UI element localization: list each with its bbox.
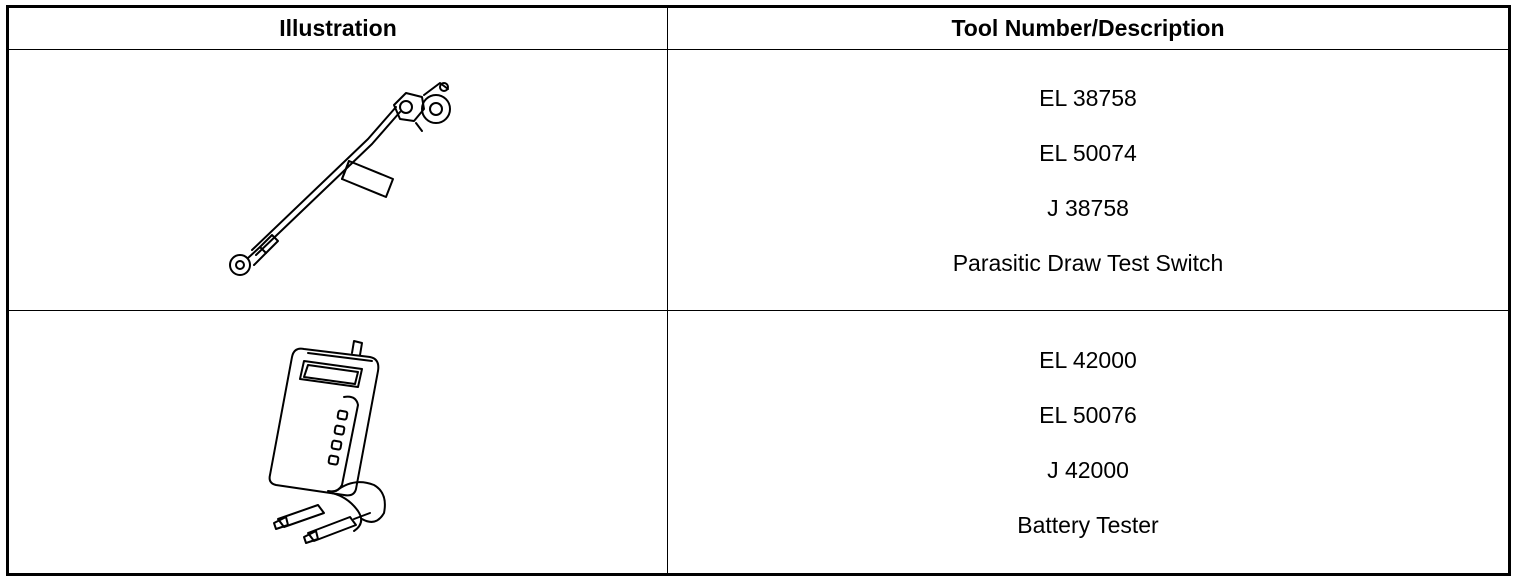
tool-description-cell: EL 38758 EL 50074 J 38758 Parasitic Draw… — [667, 49, 1510, 311]
tool-description-cell: EL 42000 EL 50076 J 42000 Battery Tester — [667, 310, 1510, 575]
table-header-row: Illustration Tool Number/Description — [7, 6, 1510, 50]
tool-number: EL 42000 — [1039, 346, 1137, 373]
header-illustration: Illustration — [7, 6, 668, 50]
tool-description: Battery Tester — [1017, 511, 1159, 538]
tool-number: J 38758 — [1047, 194, 1129, 221]
tool-number: EL 38758 — [1039, 84, 1137, 111]
table-row: EL 42000 EL 50076 J 42000 Battery Tester — [7, 310, 1510, 575]
special-tools-table: Illustration Tool Number/Description EL … — [6, 5, 1511, 576]
table-row: EL 38758 EL 50074 J 38758 Parasitic Draw… — [7, 49, 1510, 311]
tool-description: Parasitic Draw Test Switch — [952, 249, 1224, 276]
tool-number: EL 50074 — [1039, 139, 1137, 166]
tool-number: EL 50076 — [1039, 401, 1137, 428]
header-tool-number-description: Tool Number/Description — [667, 6, 1510, 50]
parasitic-draw-test-switch-icon — [229, 82, 451, 276]
illustration-cell — [7, 310, 668, 575]
illustration-cell — [7, 49, 668, 311]
battery-tester-icon — [268, 340, 386, 544]
tool-number: J 42000 — [1047, 456, 1129, 483]
